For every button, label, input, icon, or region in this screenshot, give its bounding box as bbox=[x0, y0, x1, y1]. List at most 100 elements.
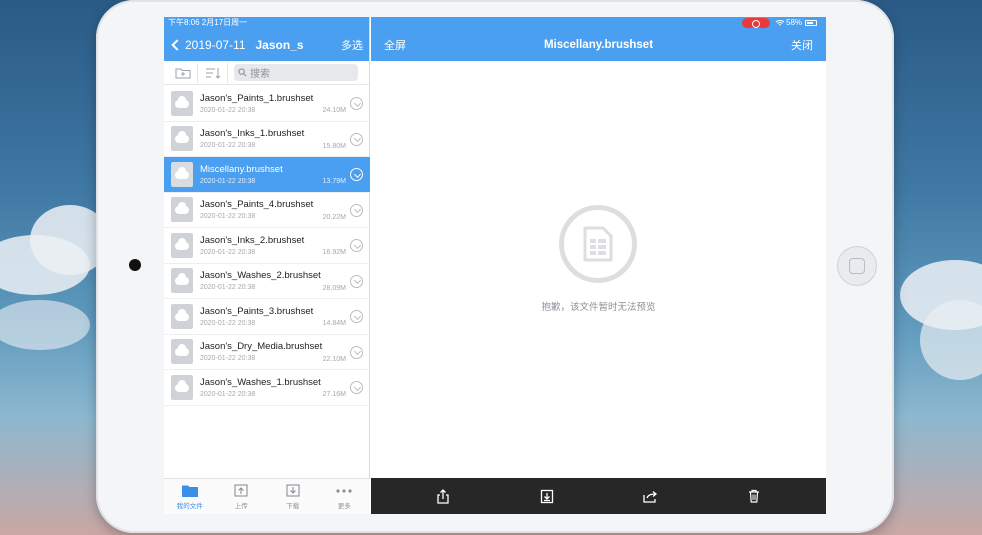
file-size: 14.84M bbox=[322, 320, 346, 327]
file-date: 2020-01-22 20:38 bbox=[200, 355, 256, 363]
folder-icon bbox=[181, 484, 198, 498]
file-size: 20.22M bbox=[322, 213, 346, 221]
preview-pane: 58% 全屏 Miscellany.brushset 关闭 抱歉，该文件暂时无法… bbox=[371, 17, 826, 514]
preview-title: Miscellany.brushset bbox=[543, 39, 654, 51]
file-row[interactable]: Jason's_Paints_4.brushset 2020-01-22 20:3… bbox=[164, 193, 370, 228]
cloud-file-icon bbox=[171, 339, 193, 365]
file-row[interactable]: Miscellany.brushset 2020-01-22 20:38 13.79… bbox=[164, 157, 370, 193]
download-button[interactable] bbox=[537, 486, 557, 506]
status-time: 下午8:06 2月17日周一 bbox=[164, 17, 369, 29]
expand-chevron-icon[interactable] bbox=[350, 310, 363, 323]
file-size: 28.09M bbox=[322, 284, 346, 292]
file-date: 2020-01-22 20:38 bbox=[200, 177, 256, 185]
file-text: Jason's_Washes_1.brushset 2020-01-22 20:3… bbox=[200, 376, 321, 398]
file-row[interactable]: Jason's_Paints_1.brushset 2020-01-22 20:3… bbox=[164, 86, 370, 122]
battery-percent: 58% bbox=[786, 18, 803, 27]
close-button[interactable]: 关闭 bbox=[791, 37, 813, 53]
file-row[interactable]: Jason's_Inks_2.brushset 2020-01-22 20:38 1… bbox=[164, 228, 370, 264]
no-preview-message: 抱歉，该文件暂时无法预览 bbox=[541, 302, 656, 313]
tab-label: 下载 bbox=[286, 502, 300, 510]
file-size: 27.16M bbox=[322, 391, 346, 398]
file-date: 2020-01-22 20:38 bbox=[200, 390, 256, 398]
search-input[interactable]: 搜索 bbox=[234, 64, 358, 81]
file-date: 2020-01-22 20:38 bbox=[200, 248, 256, 256]
trash-icon bbox=[749, 489, 760, 503]
back-label: 2019-07-11 bbox=[185, 38, 246, 52]
file-size: 24.10M bbox=[322, 107, 346, 114]
tab-more[interactable]: 更多 bbox=[319, 479, 371, 514]
file-row[interactable]: Jason's_Washes_2.brushset 2020-01-22 20:3… bbox=[164, 264, 370, 299]
file-list: Jason's_Paints_1.brushset 2020-01-22 20:3… bbox=[164, 86, 370, 406]
tab-label: 上传 bbox=[234, 502, 248, 510]
file-text: Jason's_Paints_4.brushset 2020-01-22 20:3… bbox=[200, 199, 320, 220]
file-text: Jason's_Paints_1.brushset 2020-01-22 20:3… bbox=[200, 93, 320, 114]
expand-chevron-icon[interactable] bbox=[350, 274, 363, 288]
sort-button[interactable] bbox=[198, 62, 228, 83]
file-name: Jason's_Inks_1.brushset bbox=[200, 128, 305, 140]
file-date: 2020-01-22 20:38 bbox=[200, 106, 256, 114]
camera bbox=[129, 259, 141, 271]
search-placeholder: 搜索 bbox=[250, 69, 270, 80]
file-name: Miscellany.brushset bbox=[200, 163, 283, 175]
new-folder-icon bbox=[175, 68, 190, 78]
wifi-icon bbox=[775, 20, 785, 26]
tab-upload[interactable]: 上传 bbox=[216, 479, 268, 514]
bottom-action-bar bbox=[371, 478, 826, 514]
cloud-file-icon bbox=[171, 232, 193, 258]
back-button[interactable]: 2019-07-11 bbox=[170, 38, 246, 52]
fullscreen-button[interactable]: 全屏 bbox=[384, 37, 406, 53]
file-text: Jason's_Paints_3.brushset 2020-01-22 20:3… bbox=[200, 306, 320, 327]
chevron-left-icon bbox=[171, 39, 183, 51]
expand-chevron-icon[interactable] bbox=[350, 97, 363, 110]
app-screen: 下午8:06 2月17日周一 2019-07-11 Jason_s 多选 搜索 … bbox=[164, 17, 826, 514]
file-date: 2020-01-22 20:38 bbox=[200, 284, 256, 292]
file-name: Jason's_Inks_2.brushset bbox=[200, 234, 305, 246]
cloud-file-icon bbox=[171, 161, 193, 187]
file-row[interactable]: Jason's_Paints_3.brushset 2020-01-22 20:3… bbox=[164, 299, 370, 335]
forward-button[interactable] bbox=[640, 486, 660, 506]
expand-chevron-icon[interactable] bbox=[350, 381, 363, 394]
background-cloud bbox=[0, 300, 90, 350]
expand-chevron-icon[interactable] bbox=[350, 239, 363, 252]
delete-button[interactable] bbox=[744, 486, 764, 506]
cloud-file-icon bbox=[171, 268, 193, 294]
file-row[interactable]: Jason's_Dry_Media.brushset 2020-01-22 20:… bbox=[164, 335, 370, 370]
forward-icon bbox=[643, 490, 657, 503]
tab-label: 更多 bbox=[337, 502, 351, 510]
tab-bar: 我的文件 上传 下载 更多 bbox=[164, 478, 370, 514]
file-row[interactable]: Jason's_Inks_1.brushset 2020-01-22 20:38 1… bbox=[164, 122, 370, 157]
file-size: 22.10M bbox=[322, 355, 346, 363]
recording-indicator-icon bbox=[742, 18, 770, 28]
file-date: 2020-01-22 20:38 bbox=[200, 319, 256, 327]
file-name: Jason's_Washes_1.brushset bbox=[200, 376, 321, 388]
file-size: 15.80M bbox=[322, 142, 346, 150]
tab-folder[interactable]: 我的文件 bbox=[164, 479, 216, 514]
expand-chevron-icon[interactable] bbox=[350, 168, 363, 181]
cloud-file-icon bbox=[171, 126, 193, 152]
expand-chevron-icon[interactable] bbox=[350, 345, 363, 359]
upload-icon bbox=[233, 484, 249, 498]
file-size: 16.92M bbox=[322, 249, 346, 256]
expand-chevron-icon[interactable] bbox=[350, 203, 363, 217]
status-bar-right: 58% bbox=[371, 17, 826, 29]
download-icon bbox=[285, 484, 301, 498]
multi-select-button[interactable]: 多选 bbox=[341, 37, 363, 53]
right-nav-bar: 全屏 Miscellany.brushset 关闭 bbox=[371, 29, 826, 61]
file-date: 2020-01-22 20:38 bbox=[200, 213, 256, 221]
share-icon bbox=[437, 488, 449, 504]
tab-download[interactable]: 下载 bbox=[267, 479, 319, 514]
document-icon bbox=[559, 205, 637, 283]
file-text: Jason's_Inks_2.brushset 2020-01-22 20:38 bbox=[200, 235, 320, 256]
file-size: 13.79M bbox=[322, 178, 346, 185]
download-icon bbox=[540, 489, 553, 503]
file-text: Jason's_Dry_Media.brushset 2020-01-22 20:… bbox=[200, 341, 323, 363]
file-text: Jason's_Washes_2.brushset 2020-01-22 20:3… bbox=[200, 270, 321, 292]
cloud-file-icon bbox=[171, 303, 193, 329]
file-name: Jason's_Paints_4.brushset bbox=[200, 199, 314, 211]
file-name: Jason's_Dry_Media.brushset bbox=[200, 341, 323, 353]
home-button[interactable] bbox=[837, 246, 877, 286]
share-button[interactable] bbox=[433, 486, 453, 506]
expand-chevron-icon[interactable] bbox=[350, 132, 363, 146]
file-row[interactable]: Jason's_Washes_1.brushset 2020-01-22 20:3… bbox=[164, 370, 370, 406]
new-folder-button[interactable] bbox=[168, 62, 198, 83]
